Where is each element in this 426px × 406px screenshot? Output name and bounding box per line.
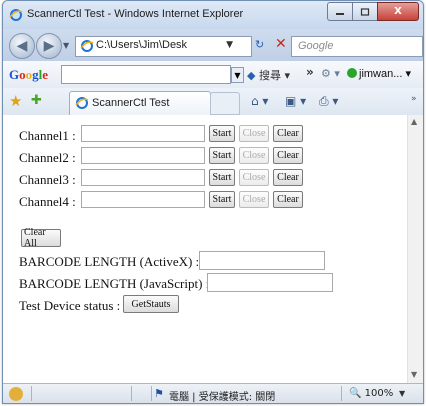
status-divider: [341, 386, 342, 401]
status-divider: [151, 386, 152, 401]
account-status-icon: [347, 68, 357, 78]
channel4-start-button[interactable]: Start: [209, 191, 235, 208]
print-icon[interactable]: ⎙ ▾: [319, 94, 338, 109]
zoom-level[interactable]: 🔍 100%: [349, 388, 393, 399]
channel2-input[interactable]: [81, 147, 205, 164]
add-favorites-icon[interactable]: ✚: [31, 93, 42, 108]
address-bar[interactable]: C:\Users\Jim\Desk ▼: [75, 36, 252, 57]
channel1-input[interactable]: [81, 125, 205, 142]
zoom-dropdown-icon[interactable]: ▼: [399, 389, 405, 398]
forward-button[interactable]: ▶: [36, 33, 62, 59]
channel2-close-button[interactable]: Close: [239, 147, 269, 164]
search-box[interactable]: Google: [291, 36, 423, 57]
navigation-bar: ◀ ▶ ▼ C:\Users\Jim\Desk ▼ ↻ ✕ Google: [3, 29, 423, 61]
clear-all-button[interactable]: Clear All: [21, 227, 61, 249]
channel1-start-button[interactable]: Start: [209, 125, 235, 142]
home-icon[interactable]: ⌂ ▾: [251, 94, 268, 108]
device-status-label: Test Device status :: [19, 298, 121, 313]
channel2-start-button[interactable]: Start: [209, 147, 235, 164]
back-arrow-icon: ◀: [16, 38, 28, 54]
new-tab-button[interactable]: [210, 92, 240, 115]
channel3-start-button[interactable]: Start: [209, 169, 235, 186]
channel1-clear-button[interactable]: Clear: [273, 125, 303, 142]
command-more-icon[interactable]: »: [411, 94, 417, 104]
maximize-icon: [360, 7, 370, 16]
channel3-close-button[interactable]: Close: [239, 169, 269, 186]
history-dropdown-icon[interactable]: ▼: [63, 41, 69, 50]
page-icon: [80, 40, 94, 52]
status-progress-icon: [9, 387, 23, 401]
get-status-button[interactable]: GetStauts: [123, 295, 179, 313]
close-icon: X: [394, 6, 402, 17]
google-logo[interactable]: Google: [9, 67, 48, 83]
tab-scannerctl-test[interactable]: ScannerCtl Test: [69, 91, 211, 115]
tab-label: ScannerCtl Test: [92, 97, 170, 109]
minimize-button[interactable]: [327, 2, 352, 21]
favorites-star-icon[interactable]: ★: [9, 92, 22, 110]
channel1-close-button[interactable]: Close: [239, 125, 269, 142]
security-zone-icon: ⚑: [154, 387, 164, 400]
channel3-clear-button[interactable]: Clear: [273, 169, 303, 186]
channel-label: Channel3 :: [19, 172, 76, 187]
channel-label: Channel4 :: [19, 194, 76, 209]
close-button[interactable]: X: [377, 2, 419, 21]
channel4-clear-button[interactable]: Clear: [273, 191, 303, 208]
channel4-close-button[interactable]: Close: [239, 191, 269, 208]
tab-page-icon: [75, 97, 89, 109]
wrench-icon[interactable]: ⚙ ▾: [321, 67, 340, 80]
security-zone-text[interactable]: 電腦 | 受保護模式: 關閉: [169, 388, 275, 403]
zoom-icon: 🔍: [349, 388, 362, 399]
toolbar-more-icon[interactable]: »: [306, 65, 314, 79]
barcode-js-input[interactable]: [207, 273, 333, 292]
channel4-input[interactable]: [81, 191, 205, 208]
address-text[interactable]: C:\Users\Jim\Desk: [96, 39, 187, 51]
page-content: Channel1 : Start Close Clear Channel2 : …: [3, 115, 423, 383]
tab-bar: ★ ✚ ScannerCtl Test ⌂ ▾ ▣ ▾ ⎙ ▾ »: [3, 88, 423, 116]
google-search-icon: ◆: [247, 69, 256, 82]
status-divider: [131, 386, 132, 401]
minimize-icon: [336, 12, 344, 15]
barcode-activex-input[interactable]: [199, 251, 325, 270]
google-search-button[interactable]: ◆ 搜尋 ▾: [247, 67, 290, 83]
status-divider: [31, 386, 32, 401]
google-account[interactable]: jimwan... ▾: [347, 67, 411, 80]
scroll-down-icon[interactable]: ▼: [411, 370, 417, 379]
barcode-js-label: BARCODE LENGTH (JavaScript) :: [19, 276, 210, 291]
google-search-input[interactable]: [61, 65, 231, 84]
browser-window: ScannerCtl Test - Windows Internet Explo…: [2, 0, 424, 404]
stop-icon[interactable]: ✕: [275, 36, 287, 52]
window-controls: X: [327, 2, 419, 21]
scroll-up-icon[interactable]: ▲: [411, 117, 417, 126]
channel-label: Channel1 :: [19, 128, 76, 143]
status-bar: ⚑ 電腦 | 受保護模式: 關閉 🔍 100% ▼: [3, 383, 423, 403]
back-button[interactable]: ◀: [9, 33, 35, 59]
feeds-icon[interactable]: ▣ ▾: [285, 94, 306, 108]
refresh-icon[interactable]: ↻: [255, 38, 264, 51]
google-search-dropdown[interactable]: ▼: [231, 67, 244, 83]
address-dropdown-icon[interactable]: ▼: [226, 40, 233, 50]
vertical-scrollbar[interactable]: ▲ ▼: [407, 115, 423, 383]
search-placeholder: Google: [298, 40, 334, 52]
ie-logo-icon: [9, 9, 23, 21]
channel-label: Channel2 :: [19, 150, 76, 165]
window-title: ScannerCtl Test - Windows Internet Explo…: [27, 8, 244, 20]
channel2-clear-button[interactable]: Clear: [273, 147, 303, 164]
title-bar: ScannerCtl Test - Windows Internet Explo…: [3, 1, 423, 29]
channel3-input[interactable]: [81, 169, 205, 186]
forward-arrow-icon: ▶: [43, 38, 55, 54]
google-toolbar: Google ▼ ◆ 搜尋 ▾ » ⚙ ▾ jimwan... ▾: [3, 61, 423, 89]
maximize-button[interactable]: [352, 2, 377, 21]
barcode-activex-label: BARCODE LENGTH (ActiveX) :: [19, 254, 200, 269]
